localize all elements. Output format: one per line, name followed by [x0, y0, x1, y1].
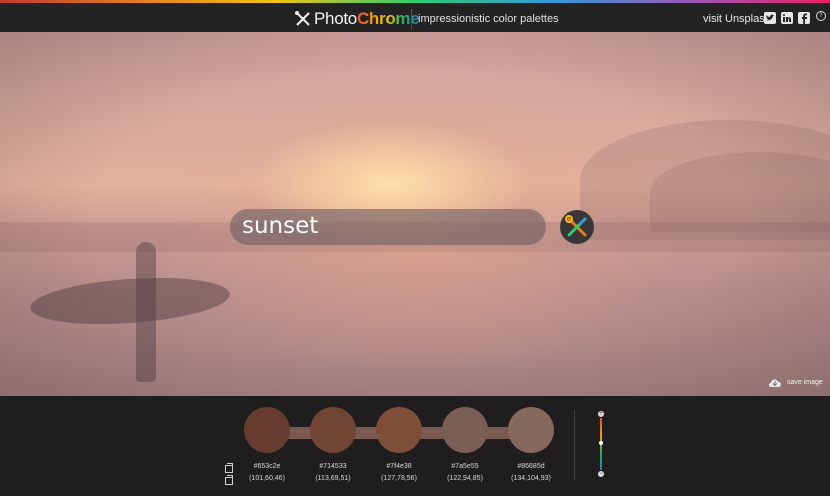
color-swatch[interactable] [376, 407, 422, 453]
wrench-screwdriver-icon [565, 215, 587, 237]
swatch-rgb: (134,104,93) [511, 475, 551, 482]
decrease-colors-button[interactable]: − [598, 471, 604, 477]
swatch-rgb: (101,60,46) [249, 475, 285, 482]
swatch-rgb: (127,78,56) [381, 475, 417, 482]
swatch-hex: #7f4e38 [386, 463, 412, 470]
generate-palette-button[interactable] [560, 210, 594, 244]
swatch-hex: #7a5e55 [451, 463, 479, 470]
facebook-icon[interactable] [798, 12, 810, 24]
save-image-button[interactable]: save image [767, 376, 823, 389]
save-image-label: save image [787, 379, 823, 386]
swatch-rgb: (122,94,85) [447, 475, 483, 482]
visit-unsplash-link[interactable]: visit Unsplash [703, 13, 771, 25]
tagline: impressionistic color palettes [418, 13, 559, 25]
increase-colors-button[interactable]: + [598, 411, 604, 417]
logo-photo-text: Photo [314, 9, 357, 28]
logo-chrome-text: Chrome [356, 9, 420, 28]
swatch-hex: #714533 [319, 463, 347, 470]
top-bar: Photo Chrome impressionistic color palett… [0, 3, 830, 32]
header-divider [411, 9, 412, 29]
color-swatch[interactable] [244, 407, 290, 453]
color-swatch[interactable] [508, 407, 554, 453]
tools-icon [295, 11, 310, 26]
logo[interactable]: Photo Chrome [294, 8, 420, 30]
cloud-download-icon [768, 379, 781, 387]
color-swatch[interactable] [310, 407, 356, 453]
color-swatch[interactable] [442, 407, 488, 453]
twitter-icon[interactable] [764, 12, 776, 24]
slider-handle[interactable] [599, 441, 603, 445]
help-icon[interactable]: ? [816, 11, 826, 21]
swatch-hex: #653c2e [253, 463, 281, 470]
search-input[interactable]: sunset [230, 209, 546, 245]
linkedin-icon[interactable] [781, 12, 793, 24]
panel-divider [574, 410, 575, 480]
search-value: sunset [242, 213, 319, 239]
swatch-rgb: (113,69,51) [315, 475, 351, 482]
swatch-hex: #86685d [517, 463, 545, 470]
